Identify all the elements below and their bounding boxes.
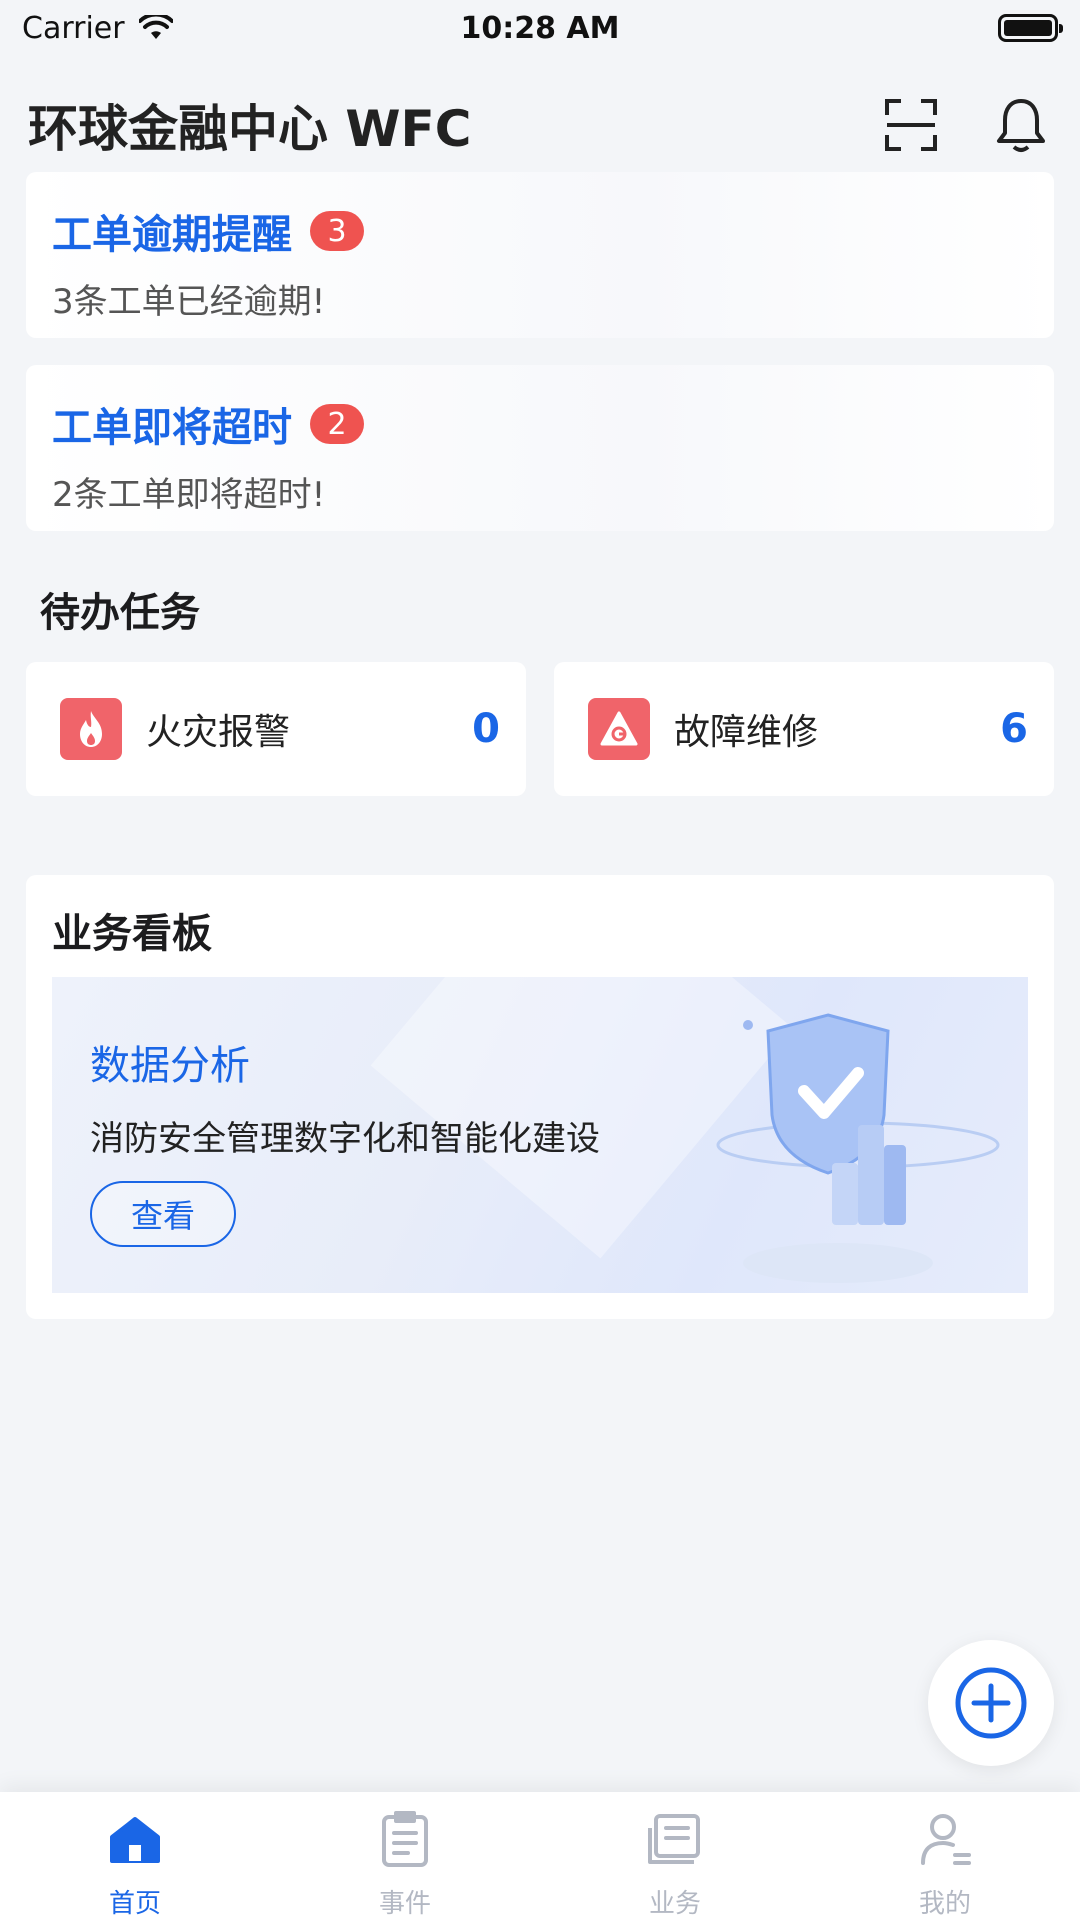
view-button[interactable]: 查看 — [90, 1181, 236, 1247]
user-icon — [915, 1810, 975, 1869]
task-count: 6 — [1000, 706, 1028, 752]
task-card-fire-alarm[interactable]: 火灾报警 0 — [26, 662, 526, 796]
alert-description: 3条工单已经逾期! — [52, 282, 326, 322]
shield-illustration-icon — [716, 1013, 1000, 1283]
add-button[interactable] — [928, 1640, 1054, 1766]
alert-card-timeout[interactable]: 工单即将超时 2 2条工单即将超时! — [26, 365, 1054, 531]
tab-label: 首页 — [108, 1889, 161, 1919]
status-bar: Carrier 10:28 AM — [0, 0, 1080, 56]
scan-icon — [885, 99, 937, 151]
tab-home[interactable]: 首页 — [0, 1792, 270, 1920]
home-icon — [105, 1810, 165, 1869]
todo-section-title: 待办任务 — [40, 590, 200, 636]
alert-title-row: 工单逾期提醒 3 — [52, 202, 1028, 260]
fault-icon — [588, 698, 650, 760]
tab-label: 事件 — [378, 1889, 431, 1919]
document-icon — [375, 1810, 435, 1869]
tab-mine[interactable]: 我的 — [810, 1792, 1080, 1920]
battery-icon — [998, 14, 1063, 42]
bell-icon — [997, 99, 1045, 152]
task-count: 0 — [472, 706, 500, 752]
task-label: 火灾报警 — [146, 712, 291, 753]
page-title: 环球金融中心 WFC — [28, 100, 472, 158]
alert-card-overdue[interactable]: 工单逾期提醒 3 3条工单已经逾期! — [26, 172, 1054, 338]
business-dashboard: 业务看板 数据分析 消防安全管理数字化和智能化建设 查看 — [26, 875, 1054, 1319]
banner-heading: 数据分析 — [90, 1043, 250, 1089]
tab-bar: 首页 事件 业务 我的 — [0, 1792, 1080, 1920]
notification-button[interactable] — [990, 94, 1052, 156]
tab-events[interactable]: 事件 — [270, 1792, 540, 1920]
plus-circle-icon — [955, 1667, 1027, 1739]
count-badge: 2 — [310, 404, 364, 444]
count-badge: 3 — [310, 211, 364, 251]
data-analysis-banner[interactable]: 数据分析 消防安全管理数字化和智能化建设 查看 — [52, 977, 1028, 1293]
tab-label: 业务 — [648, 1889, 701, 1919]
alert-title: 工单即将超时 — [52, 405, 292, 451]
book-icon — [645, 1810, 705, 1869]
alert-title-row: 工单即将超时 2 — [52, 395, 1028, 453]
tab-label: 我的 — [918, 1889, 971, 1919]
fire-icon — [60, 698, 122, 760]
task-label: 故障维修 — [674, 712, 819, 753]
scan-button[interactable] — [880, 94, 942, 156]
status-time: 10:28 AM — [460, 10, 620, 46]
header: 环球金融中心 WFC — [0, 70, 1080, 180]
alert-title: 工单逾期提醒 — [52, 212, 292, 258]
dashboard-title: 业务看板 — [52, 911, 212, 957]
banner-text: 消防安全管理数字化和智能化建设 — [90, 1119, 600, 1159]
tab-business[interactable]: 业务 — [540, 1792, 810, 1920]
task-card-fault-repair[interactable]: 故障维修 6 — [554, 662, 1054, 796]
alert-description: 2条工单即将超时! — [52, 475, 326, 515]
